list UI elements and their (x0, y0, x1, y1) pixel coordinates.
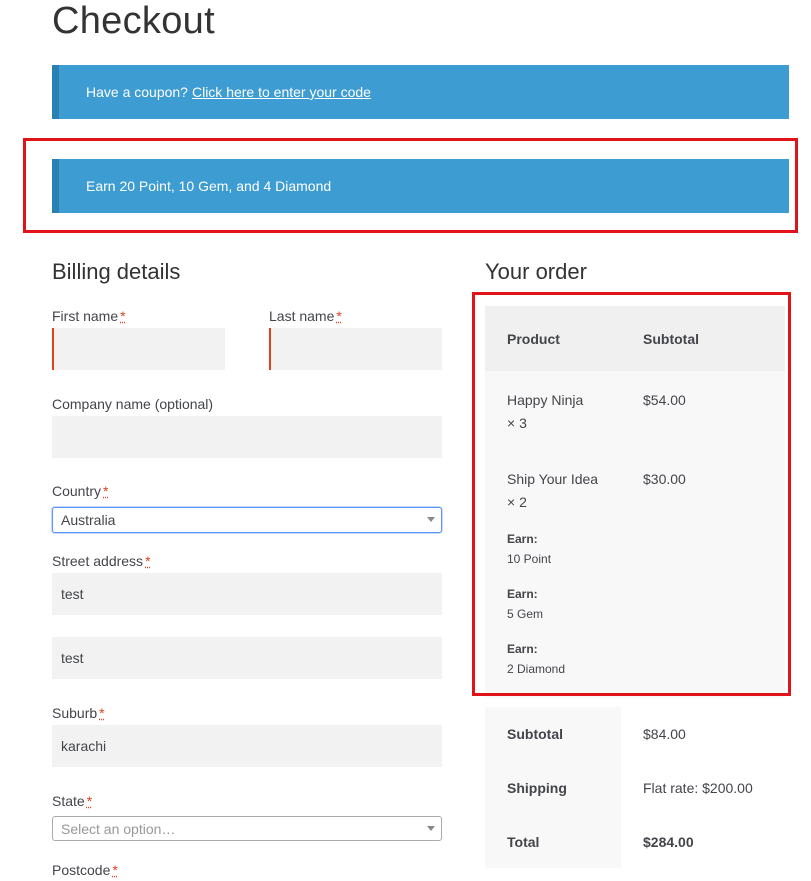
company-name-field[interactable] (52, 416, 442, 458)
shipping-label: Shipping (507, 780, 567, 796)
country-selected-value: Australia (61, 512, 116, 528)
street-address-line2-field[interactable]: test (52, 637, 442, 679)
chevron-down-icon (427, 517, 435, 522)
earn-notice: Earn 20 Point, 10 Gem, and 4 Diamond (52, 159, 789, 213)
required-mark: * (86, 793, 93, 809)
last-name-field[interactable] (269, 328, 442, 370)
state-select[interactable]: Select an option… (52, 816, 442, 841)
country-label-text: Country (52, 483, 102, 499)
billing-details-title: Billing details (52, 259, 181, 284)
subtotal-value: $84.00 (643, 726, 686, 742)
earn-notice-text: Earn 20 Point, 10 Gem, and 4 Diamond (86, 178, 332, 194)
required-mark: * (112, 862, 118, 878)
required-mark: * (336, 308, 342, 324)
suburb-field[interactable]: karachi (52, 725, 442, 767)
last-name-label-text: Last name (269, 308, 335, 324)
coupon-notice: Have a coupon? Click here to enter your … (52, 65, 789, 119)
chevron-down-icon (427, 826, 435, 831)
required-mark: * (103, 483, 109, 499)
required-mark: * (145, 553, 151, 569)
state-select-placeholder: Select an option… (61, 820, 176, 837)
first-name-field[interactable] (52, 328, 225, 370)
required-mark: * (99, 705, 105, 721)
state-label: State * (52, 793, 92, 809)
required-mark: * (120, 308, 126, 324)
suburb-label-text: Suburb (52, 705, 98, 721)
street-address-label-text: Street address (52, 553, 144, 569)
suburb-label: Suburb * (52, 705, 105, 721)
country-select[interactable]: Australia (52, 507, 442, 533)
street-address-label: Street address * (52, 553, 151, 569)
last-name-label: Last name * (269, 308, 342, 324)
total-label: Total (507, 834, 540, 850)
postcode-label: Postcode * (52, 862, 118, 878)
enter-coupon-link[interactable]: Click here to enter your code (192, 84, 371, 100)
state-label-text: State (52, 793, 85, 809)
coupon-notice-text: Have a coupon? (86, 84, 188, 100)
first-name-label-text: First name (52, 308, 119, 324)
shipping-value: Flat rate: $200.00 (643, 780, 753, 796)
page-title: Checkout (52, 0, 215, 42)
street-address-line1-field[interactable]: test (52, 573, 442, 615)
subtotal-label: Subtotal (507, 726, 563, 742)
your-order-title: Your order (485, 259, 587, 284)
postcode-label-text: Postcode (52, 862, 111, 878)
company-name-label: Company name (optional) (52, 396, 214, 412)
order-items-highlight (472, 292, 791, 696)
total-value: $284.00 (643, 834, 694, 850)
country-label: Country * (52, 483, 108, 499)
first-name-label: First name * (52, 308, 126, 324)
